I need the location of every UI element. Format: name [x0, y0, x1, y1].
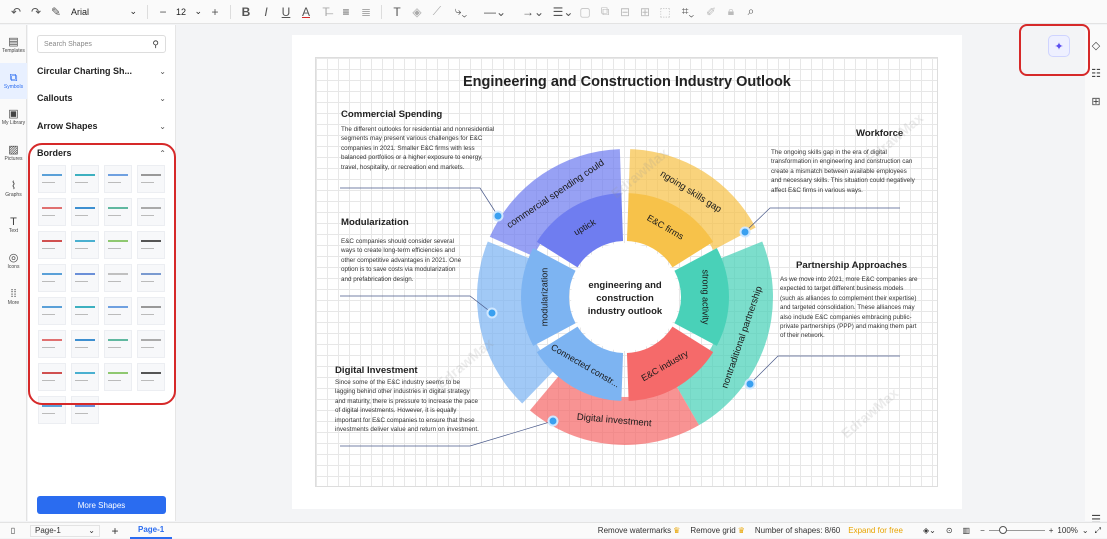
page-select-value: Page-1 — [35, 526, 61, 535]
connector-dot — [547, 415, 559, 427]
section-text: As we move into 2021, more E&C companies… — [780, 276, 918, 340]
leader-line-partnership — [749, 355, 900, 385]
zoom-value[interactable]: 100% — [1057, 523, 1077, 539]
layers-icon[interactable]: ◈⌄ — [923, 523, 936, 539]
add-page-icon[interactable]: + — [100, 523, 130, 539]
section-text: E&C companies should consider several wa… — [341, 238, 462, 283]
shape-count: Number of shapes: 8/60 — [754, 526, 841, 535]
remove-grid-label: Remove grid — [690, 526, 736, 535]
chevron-down-icon: ⌄ — [88, 526, 95, 535]
section-text: The different outlooks for residential a… — [341, 126, 495, 171]
page-tab[interactable]: Page-1 — [130, 523, 173, 539]
page-select[interactable]: Page-1 ⌄ — [30, 524, 100, 537]
focus-icon[interactable]: ⊙ — [946, 523, 953, 539]
inner-segment-label: modularization — [539, 268, 549, 327]
connector-dot — [739, 226, 751, 238]
fullscreen-icon[interactable]: ⤢ — [1095, 523, 1101, 539]
page-panel-icon[interactable]: ▯ — [0, 523, 26, 539]
highlight-box-ai — [1019, 24, 1090, 76]
remove-grid-button[interactable]: Remove grid ♛ — [690, 523, 745, 539]
right-toolbar: ◇ ☷ ⊞ ☰ — [1085, 25, 1107, 526]
section-heading: Partnership Approaches — [796, 260, 908, 271]
crown-icon: ♛ — [737, 526, 745, 535]
section-heading: Modularization — [341, 217, 409, 228]
book-icon[interactable]: ▥ — [963, 523, 971, 539]
connector-dot — [744, 378, 756, 390]
remove-watermarks-label: Remove watermarks — [597, 526, 672, 535]
section-heading: Digital Investment — [335, 365, 418, 376]
expand-for-free-link[interactable]: Expand for free — [848, 523, 903, 539]
leader-line-modularization — [340, 295, 493, 314]
connector-dot — [486, 307, 498, 319]
chevron-down-icon[interactable]: ⌄ — [1082, 523, 1089, 539]
leader-line-commercial — [340, 187, 499, 217]
section-heading: Commercial Spending — [341, 109, 443, 120]
connector-dot — [492, 210, 504, 222]
zoom-out-icon[interactable]: − — [980, 523, 985, 539]
zoom-slider[interactable] — [988, 523, 1045, 539]
crown-icon: ♛ — [673, 526, 681, 535]
diagram-title: Engineering and Construction Industry Ou… — [463, 74, 791, 90]
zoom-in-icon[interactable]: + — [1049, 523, 1054, 539]
zoom-slider-handle[interactable] — [998, 525, 1007, 534]
remove-watermarks-button[interactable]: Remove watermarks ♛ — [598, 523, 681, 539]
inner-segment-label: strong activity — [701, 269, 711, 325]
leader-line-workforce — [744, 207, 900, 233]
status-bar: ▯ Page-1 ⌄ + Page-1 Remove watermarks ♛ … — [0, 522, 1107, 539]
center-label: engineering and construction industry ou… — [587, 280, 663, 317]
section-text: Since some of the E&C industry seems to … — [335, 379, 479, 434]
layout-icon[interactable]: ⊞ — [1085, 87, 1107, 115]
section-text: The ongoing skills gap in the era of dig… — [771, 149, 915, 194]
